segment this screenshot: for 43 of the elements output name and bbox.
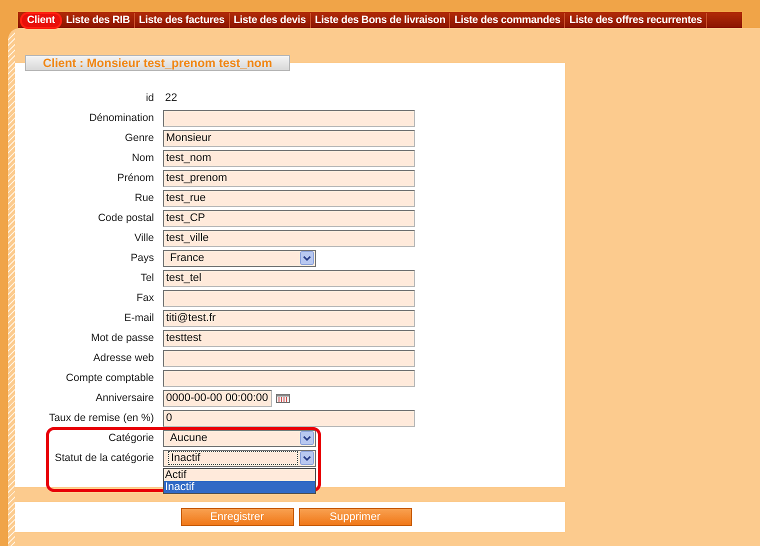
field-label: Compte comptable bbox=[64, 372, 155, 384]
field-label: Ville bbox=[133, 232, 155, 244]
field-value: 22 bbox=[164, 92, 178, 104]
field-label: Adresse web bbox=[92, 352, 155, 364]
input-field[interactable]: test_CP bbox=[163, 210, 415, 226]
input-field[interactable]: Monsieur bbox=[163, 130, 415, 146]
dropdown-option[interactable]: Inactif bbox=[164, 480, 315, 492]
input-field[interactable]: test_ville bbox=[163, 230, 415, 246]
field-label: Code postal bbox=[96, 212, 155, 224]
field-label: Nom bbox=[130, 152, 155, 164]
field-label: Fax bbox=[135, 292, 155, 304]
input-field[interactable]: test_prenom bbox=[163, 170, 415, 186]
field-label: Mot de passe bbox=[90, 332, 155, 344]
input-field[interactable] bbox=[163, 110, 415, 126]
dropdown[interactable]: Inactif bbox=[163, 450, 316, 466]
input-field[interactable]: test_tel bbox=[163, 270, 415, 286]
dropdown[interactable]: France bbox=[163, 250, 316, 266]
field-label: Taux de remise (en %) bbox=[48, 412, 155, 424]
field-label: Rue bbox=[134, 192, 155, 204]
field-label: Catégorie bbox=[107, 432, 155, 444]
field-label: Dénomination bbox=[88, 112, 155, 124]
field-label: Anniversaire bbox=[94, 392, 155, 404]
field-label: id bbox=[144, 92, 155, 104]
field-label: Pays bbox=[130, 252, 155, 264]
section-title: Client : Monsieur test_prenom test_nom bbox=[25, 55, 290, 71]
input-field[interactable] bbox=[163, 350, 415, 366]
field-label: Prénom bbox=[116, 172, 155, 184]
input-field[interactable]: test_nom bbox=[163, 150, 415, 166]
input-field[interactable]: testtest bbox=[163, 330, 415, 346]
dropdown-option[interactable]: Actif bbox=[164, 468, 315, 480]
field-label: Tel bbox=[140, 272, 155, 284]
input-field[interactable]: 0 bbox=[163, 410, 415, 426]
dropdown[interactable]: Aucune bbox=[163, 430, 316, 446]
field-label: Genre bbox=[124, 132, 155, 144]
input-field[interactable] bbox=[163, 290, 415, 306]
tab[interactable]: Client bbox=[20, 12, 62, 28]
input-field[interactable]: titi@test.fr bbox=[163, 310, 415, 326]
date-field[interactable]: 0000-00-00 00:00:00 bbox=[163, 390, 272, 406]
field-label: Statut de la catégorie bbox=[54, 452, 155, 464]
field-label: E-mail bbox=[123, 312, 155, 324]
calendar-icon[interactable] bbox=[276, 394, 290, 402]
input-field[interactable]: test_rue bbox=[163, 190, 415, 206]
input-field[interactable] bbox=[163, 370, 415, 386]
